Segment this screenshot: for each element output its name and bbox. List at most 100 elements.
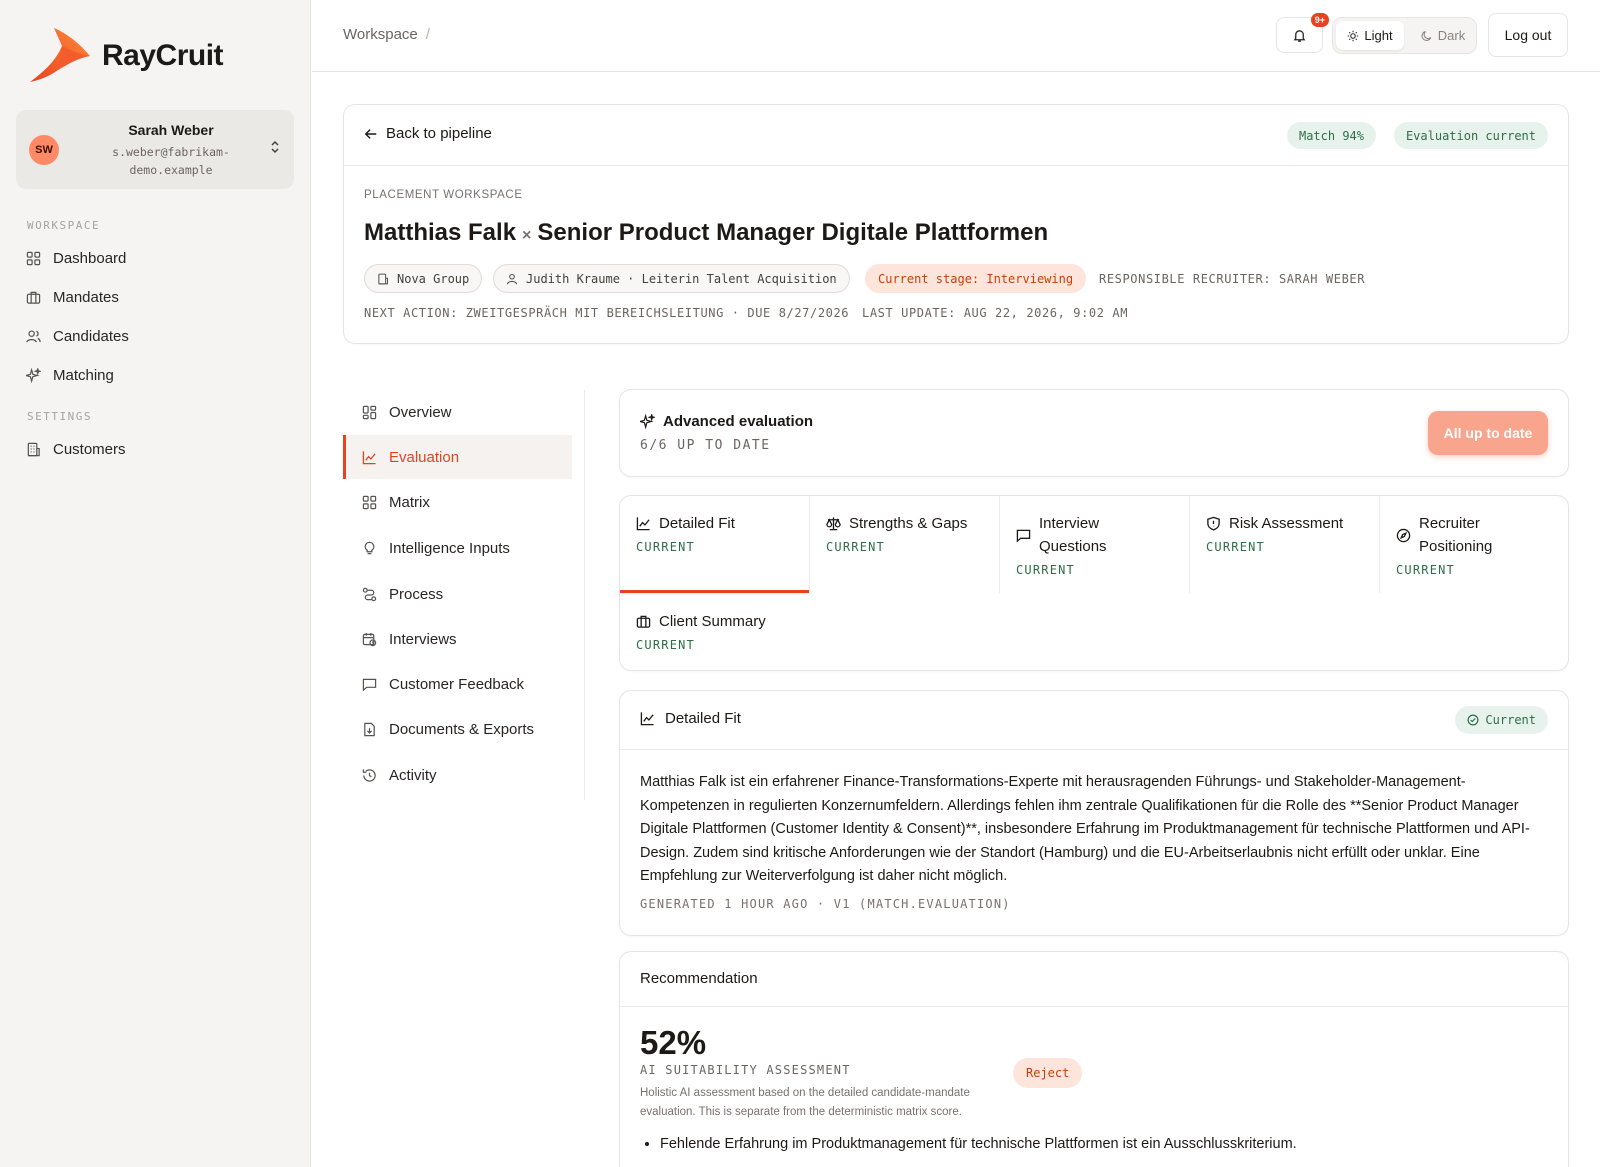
grid-icon bbox=[26, 251, 41, 266]
user-switcher[interactable]: SW Sarah Weber s.weber@fabrikam-demo.exa… bbox=[16, 110, 294, 189]
list-item: Fehlende Erfahrung im Produktmanagement … bbox=[660, 1133, 1548, 1156]
bell-icon bbox=[1293, 29, 1306, 42]
sidebar-item-label: Dashboard bbox=[53, 250, 127, 267]
top-bar: Workspace / 9+ Light Dark Log out bbox=[312, 0, 1600, 72]
eval-tab-title: Risk Assessment bbox=[1206, 512, 1369, 535]
brand-logo[interactable]: RayCruit bbox=[28, 26, 224, 86]
logout-button[interactable]: Log out bbox=[1488, 13, 1568, 57]
file-download-icon bbox=[364, 722, 375, 736]
tab-intelligence-inputs[interactable]: Intelligence Inputs bbox=[343, 526, 572, 570]
breadcrumb-separator: / bbox=[425, 26, 430, 43]
eval-tab-detailed-fit[interactable]: Detailed Fit CURRENT bbox=[620, 496, 810, 593]
divider bbox=[344, 165, 1568, 166]
eval-tab-status: CURRENT bbox=[636, 638, 695, 652]
grid-icon bbox=[362, 495, 377, 509]
contact-chip[interactable]: Judith Kraume · Leiterin Talent Acquisit… bbox=[493, 264, 850, 293]
sparkles-icon bbox=[26, 368, 41, 383]
tab-activity[interactable]: Activity bbox=[343, 753, 572, 797]
chevrons-up-down-icon bbox=[271, 140, 279, 154]
check-circle-icon bbox=[1467, 714, 1479, 726]
recommendation-title: Recommendation bbox=[640, 970, 758, 987]
advanced-evaluation-label: Advanced evaluation bbox=[663, 413, 814, 430]
sidebar-item-mandates[interactable]: Mandates bbox=[26, 289, 119, 306]
subnav-label: Overview bbox=[389, 403, 452, 421]
divider bbox=[620, 749, 1568, 750]
eval-tab-title: Client Summary bbox=[636, 610, 800, 633]
eval-tab-interview-questions[interactable]: Interview Questions CURRENT bbox=[1000, 496, 1190, 593]
eval-tab-label: Recruiter Positioning bbox=[1419, 515, 1493, 555]
subnav-label: Matrix bbox=[389, 493, 430, 511]
detailed-fit-body: Matthias Falk ist ein erfahrener Finance… bbox=[640, 774, 1530, 884]
building-icon bbox=[27, 442, 40, 457]
moon-icon bbox=[1421, 30, 1432, 41]
tab-overview[interactable]: Overview bbox=[343, 390, 572, 434]
sidebar-item-customers[interactable]: Customers bbox=[26, 441, 126, 458]
history-icon bbox=[362, 768, 376, 782]
notifications-badge: 9+ bbox=[1310, 13, 1329, 27]
eval-tab-title: Strengths & Gaps bbox=[826, 512, 989, 535]
status-label: Current bbox=[1485, 713, 1536, 727]
theme-dark-button[interactable]: Dark bbox=[1413, 21, 1473, 50]
arrow-left-icon bbox=[364, 128, 377, 139]
company-name: Nova Group bbox=[397, 271, 470, 286]
advanced-evaluation-title: Advanced evaluation bbox=[640, 413, 813, 430]
subnav-label: Intelligence Inputs bbox=[389, 539, 510, 557]
contact-name: Judith Kraume · Leiterin Talent Acquisit… bbox=[526, 271, 837, 286]
eval-tab-label: Client Summary bbox=[659, 613, 766, 630]
subnav-label: Documents & Exports bbox=[389, 720, 535, 738]
sidebar-item-label: Mandates bbox=[53, 289, 119, 306]
breadcrumb-workspace[interactable]: Workspace bbox=[343, 26, 418, 43]
building-icon bbox=[378, 273, 389, 284]
company-chip[interactable]: Nova Group bbox=[364, 264, 483, 293]
theme-light-button[interactable]: Light bbox=[1336, 21, 1404, 50]
suitability-label: AI SUITABILITY ASSESSMENT bbox=[640, 1063, 851, 1077]
chart-line-icon bbox=[640, 712, 654, 726]
nav-section-settings: SETTINGS bbox=[27, 410, 92, 423]
user-icon bbox=[506, 273, 518, 284]
subnav-label: Process bbox=[389, 585, 444, 603]
recommendation-card: Recommendation 52% AI SUITABILITY ASSESS… bbox=[619, 951, 1569, 1167]
tab-documents-exports[interactable]: Documents & Exports bbox=[343, 707, 572, 751]
stage-chip: Current stage: Interviewing bbox=[865, 264, 1087, 293]
eval-tab-status: CURRENT bbox=[1016, 563, 1075, 577]
eval-tab-status: CURRENT bbox=[1206, 540, 1265, 554]
users-icon bbox=[26, 330, 41, 343]
eval-tab-client-summary[interactable]: Client Summary CURRENT bbox=[620, 593, 810, 672]
eval-tab-label: Detailed Fit bbox=[659, 515, 735, 532]
briefcase-icon bbox=[636, 615, 651, 628]
eval-tab-recruiter-positioning[interactable]: Recruiter Positioning CURRENT bbox=[1380, 496, 1570, 593]
all-up-to-date-button[interactable]: All up to date bbox=[1428, 411, 1548, 455]
raycruit-logo-icon bbox=[30, 28, 90, 82]
layout-icon bbox=[362, 405, 377, 419]
placement-eyebrow: PLACEMENT WORKSPACE bbox=[364, 189, 523, 201]
candidate-name[interactable]: Matthias Falk bbox=[364, 219, 516, 246]
suitability-score: 52% bbox=[640, 1024, 707, 1061]
notifications-button[interactable]: 9+ bbox=[1276, 13, 1329, 53]
user-name: Sarah Weber bbox=[128, 122, 214, 138]
eval-tab-risk-assessment[interactable]: Risk Assessment CURRENT bbox=[1190, 496, 1380, 593]
nav-section-workspace: WORKSPACE bbox=[27, 219, 101, 232]
back-to-pipeline-link[interactable]: Back to pipeline bbox=[364, 125, 492, 142]
stage-label: Current stage: Interviewing bbox=[878, 271, 1074, 286]
detailed-fit-card: Detailed Fit Current Matthias Falk ist e… bbox=[619, 690, 1569, 936]
tab-customer-feedback[interactable]: Customer Feedback bbox=[343, 662, 572, 706]
role-title[interactable]: Senior Product Manager Digitale Plattfor… bbox=[537, 219, 1048, 246]
placement-subnav: Overview Evaluation Matrix Intelligence … bbox=[343, 390, 585, 800]
sidebar-item-candidates[interactable]: Candidates bbox=[26, 328, 129, 345]
user-email: s.weber@fabrikam-demo.example bbox=[112, 145, 230, 177]
tab-process[interactable]: Process bbox=[343, 572, 572, 616]
tab-matrix[interactable]: Matrix bbox=[343, 480, 572, 524]
tab-evaluation[interactable]: Evaluation bbox=[343, 435, 572, 479]
tab-interviews[interactable]: Interviews bbox=[343, 617, 572, 661]
eval-tab-label: Strengths & Gaps bbox=[849, 515, 968, 532]
advanced-evaluation-status: 6/6 UP TO DATE bbox=[640, 438, 771, 453]
sidebar-item-label: Matching bbox=[53, 367, 114, 384]
eval-tab-title: Detailed Fit bbox=[636, 512, 799, 535]
eval-tab-title: Interview Questions bbox=[1016, 512, 1126, 558]
subnav-label: Activity bbox=[389, 766, 437, 784]
sidebar-item-matching[interactable]: Matching bbox=[26, 367, 114, 384]
eval-tab-strengths-gaps[interactable]: Strengths & Gaps CURRENT bbox=[810, 496, 1000, 593]
eval-tab-status: CURRENT bbox=[636, 540, 695, 554]
message-square-icon bbox=[362, 678, 377, 691]
sidebar-item-dashboard[interactable]: Dashboard bbox=[26, 250, 126, 267]
